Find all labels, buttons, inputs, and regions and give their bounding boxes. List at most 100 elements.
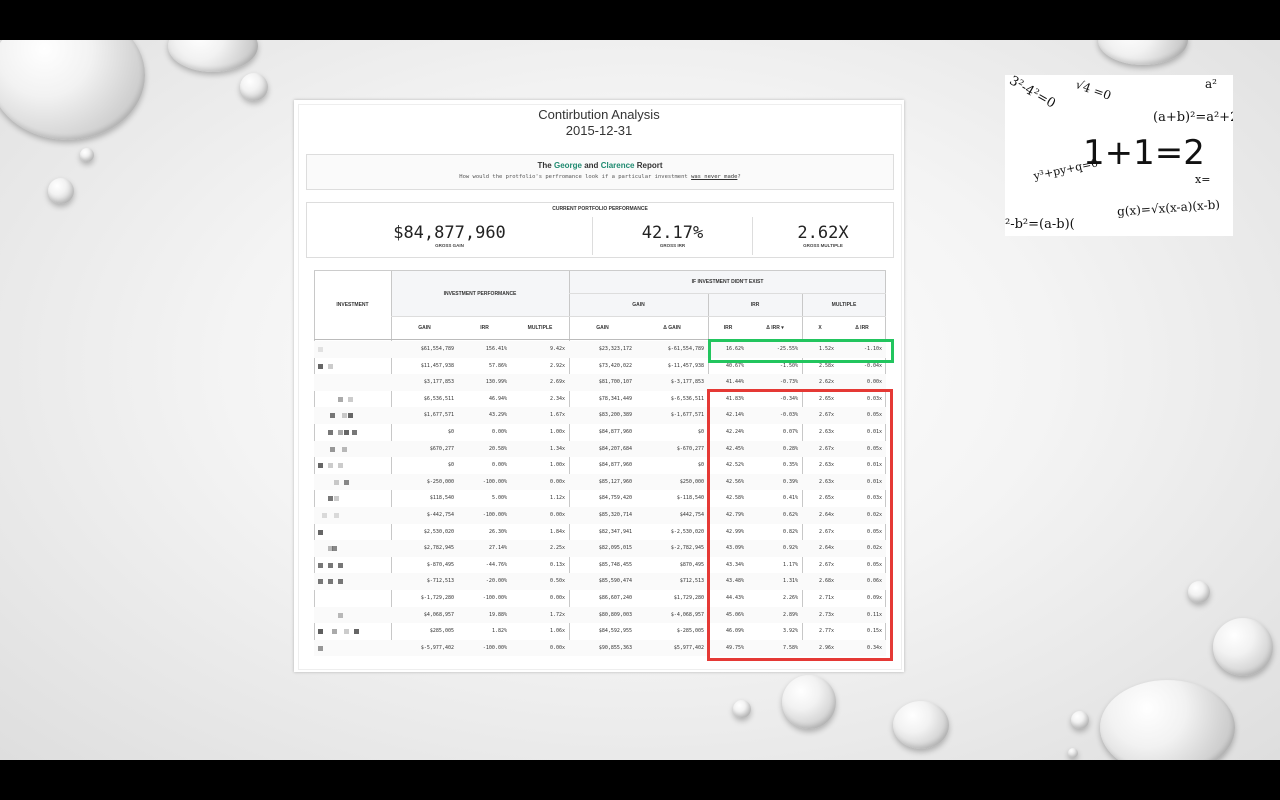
col-investment[interactable]: INVESTMENT (314, 271, 391, 339)
col-gain[interactable]: GAIN (391, 316, 458, 339)
cell-irr: -100.00% (482, 644, 507, 651)
cell-alt-gain: $85,127,960 (598, 478, 632, 485)
col-delta-irr[interactable]: Δ IRR ▾ (748, 316, 802, 339)
cell-multiple: 1.84x (549, 528, 565, 535)
group-irr: IRR (708, 293, 802, 316)
cell-gain: $2,530,020 (423, 528, 454, 535)
question-prefix: How would the protfolio's perfromance lo… (459, 174, 688, 180)
cell-alt-gain: $81,700,107 (598, 379, 632, 386)
gross-multiple-metric: 2.62X GROSS MULTIPLE (753, 217, 893, 255)
redacted-block (328, 363, 333, 369)
water-drop (168, 40, 258, 72)
cell-gain: $285,005 (429, 628, 454, 635)
cell-irr: 19.88% (488, 611, 507, 618)
investment-name-redacted (314, 640, 390, 656)
cell-delta-irr: -1.50% (779, 362, 798, 369)
cell-alt-gain: $86,607,240 (598, 595, 632, 601)
cell-delta-gain: $-2,782,945 (670, 545, 704, 552)
water-drop (893, 701, 949, 749)
redacted-block (318, 363, 323, 369)
cell-alt-gain: $84,207,684 (598, 445, 632, 452)
redacted-block (334, 513, 339, 518)
redacted-block (344, 430, 349, 435)
gross-gain-label: GROSS GAIN (435, 243, 464, 248)
math-text: √4 =0 (1073, 77, 1114, 103)
grid-line (569, 293, 886, 294)
cell-alt-gain: $85,590,474 (598, 578, 632, 585)
cell-irr: 46.94% (488, 395, 507, 402)
cell-alt-gain: $82,095,015 (598, 545, 632, 552)
cell-multiple: 0.00x (549, 595, 565, 601)
question-suffix: ? (737, 174, 741, 180)
banner-suffix: Report (636, 161, 663, 170)
col-multiple-x[interactable]: X (802, 316, 838, 339)
cell-alt-gain: $84,759,420 (598, 495, 632, 502)
investment-name-redacted (314, 507, 390, 523)
investment-name-redacted (314, 341, 390, 357)
cell-multiple: 2.34x (549, 395, 565, 402)
group-gain: GAIN (569, 293, 708, 316)
cell-irr: 57.86% (488, 362, 507, 369)
cell-alt-gain: $73,420,022 (598, 362, 632, 369)
cell-delta-gain: $-118,540 (676, 495, 704, 502)
cell-irr: -100.00% (482, 478, 507, 485)
water-drop (782, 675, 836, 729)
col-alt-irr[interactable]: IRR (708, 316, 748, 339)
cell-multiple: 2.69x (549, 379, 565, 386)
redacted-block (328, 430, 333, 435)
highlight-green-box (708, 339, 894, 363)
redacted-block (328, 463, 333, 469)
cell-multiple: 9.42x (549, 346, 565, 352)
col-multiple[interactable]: MULTIPLE (511, 316, 569, 339)
redacted-block (318, 629, 323, 635)
cell-multiple: 0.00x (549, 644, 565, 651)
investment-name-redacted (314, 474, 390, 490)
cell-multiple: 0.50x (549, 578, 565, 585)
cell-irr: -100.00% (482, 595, 507, 601)
redacted-block (328, 579, 333, 585)
cell-gain: $4,068,957 (423, 611, 454, 618)
math-text: ²-b²=(a-b)( (1005, 217, 1075, 232)
cell-multiple: 2.92x (549, 362, 565, 369)
cell-gain: $6,536,511 (423, 395, 454, 402)
cell-gain: $-442,754 (426, 512, 454, 518)
water-drop (1100, 680, 1235, 760)
math-text: a² (1205, 77, 1217, 91)
gross-irr-label: GROSS IRR (659, 243, 686, 248)
gross-gain-metric: $84,877,960 GROSS GAIN (307, 217, 592, 255)
report-banner: The George and Clarence Report How would… (306, 154, 894, 190)
group-investment-performance: INVESTMENT PERFORMANCE (391, 271, 569, 316)
cell-gain: $0 (447, 462, 454, 469)
math-text: (a+b)²=a²+2a (1153, 110, 1233, 125)
cell-alt-gain: $84,877,960 (598, 429, 632, 435)
investment-name-redacted (314, 557, 390, 573)
cell-alt-gain: $84,877,960 (598, 462, 632, 469)
cell-gain: $-1,729,280 (420, 595, 454, 601)
col-alt-gain[interactable]: GAIN (569, 316, 636, 339)
redacted-block (318, 463, 323, 469)
investment-name-redacted (314, 441, 390, 457)
cell-multiple: 1.72x (549, 611, 565, 618)
col-delta-gain[interactable]: Δ GAIN (636, 316, 708, 339)
grid-line (391, 316, 886, 317)
redacted-block (338, 579, 343, 585)
redacted-block (334, 479, 339, 485)
investment-name-redacted (314, 623, 390, 639)
redacted-block (354, 629, 359, 635)
cell-multiple: 1.00x (549, 462, 565, 469)
cell-delta-gain: $-670,277 (676, 445, 704, 452)
water-drop (0, 40, 145, 140)
redacted-block (334, 496, 339, 502)
gross-gain-value: $84,877,960 (393, 223, 506, 243)
redacted-block (352, 430, 357, 435)
gross-irr-value: 42.17% (641, 223, 704, 243)
col-delta-multiple[interactable]: Δ IRR (838, 316, 886, 339)
banner-and: and (584, 161, 599, 170)
water-drop (1071, 711, 1089, 729)
cell-delta-gain: $870,495 (679, 561, 704, 568)
math-text: x= (1195, 173, 1211, 186)
question-link[interactable]: was never made (691, 174, 737, 180)
cell-delta-gain: $0 (697, 429, 704, 435)
col-irr[interactable]: IRR (458, 316, 511, 339)
cell-multiple: 0.13x (549, 561, 565, 568)
